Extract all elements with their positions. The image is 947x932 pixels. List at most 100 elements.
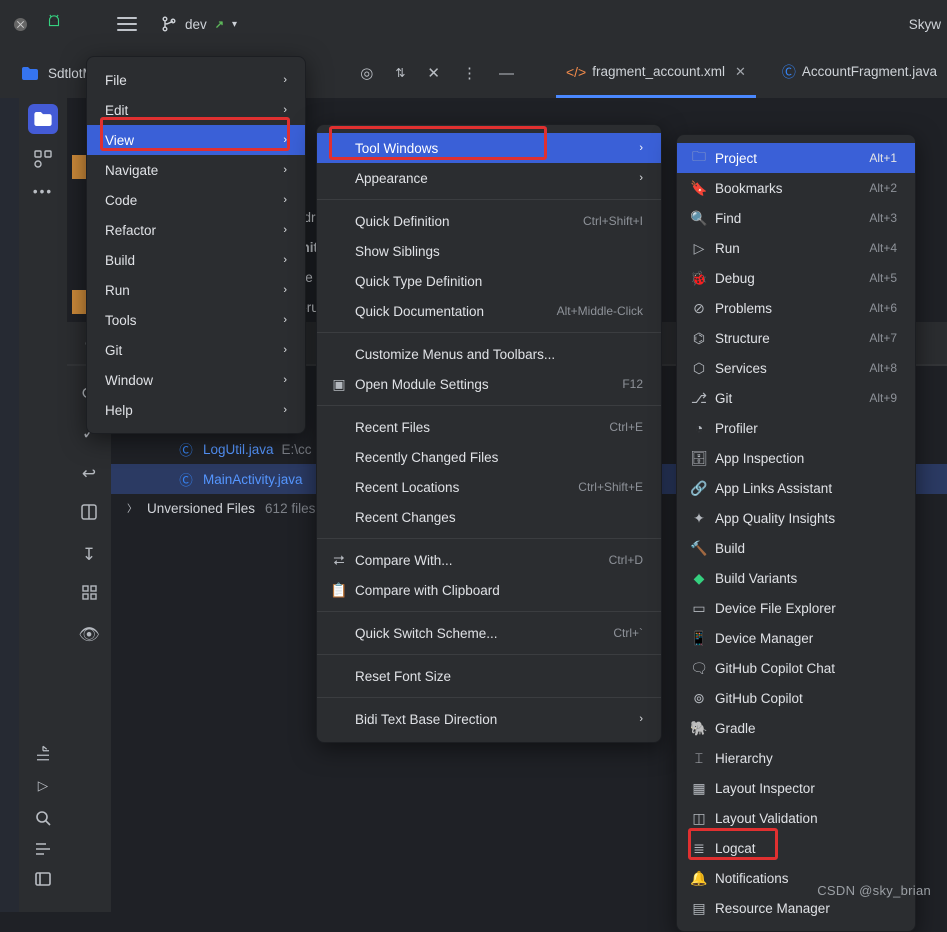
menu-edit[interactable]: Edit›: [87, 95, 305, 125]
view-quick-documentation[interactable]: Quick DocumentationAlt+Middle-Click: [317, 296, 661, 326]
view-menu[interactable]: Tool Windows› Appearance› Quick Definiti…: [316, 124, 662, 743]
menu-shortcut: Alt+1: [869, 151, 897, 165]
view-customize-menus[interactable]: Customize Menus and Toolbars...: [317, 339, 661, 369]
tw-app-quality[interactable]: ✦App Quality Insights: [677, 503, 915, 533]
view-appearance[interactable]: Appearance›: [317, 163, 661, 193]
view-bidi[interactable]: Bidi Text Base Direction›: [317, 704, 661, 734]
view-recent-changes[interactable]: Recent Changes: [317, 502, 661, 532]
tw-device-manager[interactable]: 📱Device Manager: [677, 623, 915, 653]
tw-layout-validation[interactable]: ◫Layout Validation: [677, 803, 915, 833]
tw-debug[interactable]: 🐞DebugAlt+5: [677, 263, 915, 293]
tw-copilot-chat[interactable]: 🗨GitHub Copilot Chat: [677, 653, 915, 683]
menu-window[interactable]: Window›: [87, 365, 305, 395]
tw-layout-inspector[interactable]: ▦Layout Inspector: [677, 773, 915, 803]
layout-validation-icon: ◫: [689, 810, 709, 827]
java-file-icon: Ⓒ: [782, 62, 796, 82]
branch-name: dev: [185, 17, 207, 32]
search-icon[interactable]: [35, 810, 51, 826]
view-compare-with[interactable]: ⮂Compare With...Ctrl+D: [317, 545, 661, 575]
tw-run[interactable]: ▷RunAlt+4: [677, 233, 915, 263]
tw-build[interactable]: 🔨Build: [677, 533, 915, 563]
menu-label: Show Siblings: [355, 244, 440, 259]
view-recently-changed-files[interactable]: Recently Changed Files: [317, 442, 661, 472]
menu-label: Run: [105, 283, 130, 298]
tab-account-fragment-java[interactable]: Ⓒ AccountFragment.java: [772, 48, 947, 98]
close-tab-icon[interactable]: ✕: [735, 64, 746, 80]
list-icon[interactable]: [35, 842, 51, 856]
menu-label: Resource Manager: [715, 901, 830, 916]
tw-app-links[interactable]: 🔗App Links Assistant: [677, 473, 915, 503]
tw-hierarchy[interactable]: ⌶Hierarchy: [677, 743, 915, 773]
run-icon[interactable]: ▷: [38, 778, 48, 794]
module-icon: ▣: [329, 376, 349, 393]
view-recent-locations[interactable]: Recent LocationsCtrl+Shift+E: [317, 472, 661, 502]
tw-project[interactable]: 🗀ProjectAlt+1: [677, 143, 915, 173]
menu-navigate[interactable]: Navigate›: [87, 155, 305, 185]
menu-label: Code: [105, 193, 137, 208]
rollback-icon[interactable]: ↩: [82, 464, 96, 484]
close-all-icon[interactable]: ✕: [427, 64, 440, 82]
tw-gradle[interactable]: 🐘Gradle: [677, 713, 915, 743]
show-icon[interactable]: 👁: [78, 625, 100, 645]
device-icon: ▭: [689, 600, 709, 617]
tw-app-inspection[interactable]: 🗄App Inspection: [677, 443, 915, 473]
layout-icon[interactable]: [35, 872, 51, 886]
minimize-icon[interactable]: —: [499, 65, 512, 82]
vcs-branch-widget[interactable]: dev ↗ ▾: [161, 16, 237, 32]
tw-problems[interactable]: ⊘ProblemsAlt+6: [677, 293, 915, 323]
menu-file[interactable]: File›: [87, 65, 305, 95]
menu-label: Hierarchy: [715, 751, 773, 766]
view-recent-files[interactable]: Recent FilesCtrl+E: [317, 412, 661, 442]
menu-refactor[interactable]: Refactor›: [87, 215, 305, 245]
chevron-right-icon[interactable]: 〉: [127, 500, 137, 515]
tw-build-variants[interactable]: ◆Build Variants: [677, 563, 915, 593]
tw-structure[interactable]: ⌬StructureAlt+7: [677, 323, 915, 353]
close-icon[interactable]: [14, 18, 27, 31]
compare-icon: ⮂: [329, 552, 349, 569]
project-tool-button[interactable]: [28, 104, 58, 134]
more-icon[interactable]: ⋮: [462, 64, 477, 82]
chevron-down-icon[interactable]: ▾: [232, 19, 237, 30]
hamburger-icon[interactable]: [117, 17, 137, 31]
menu-git[interactable]: Git›: [87, 335, 305, 365]
bookmark-icon: 🔖: [689, 180, 709, 197]
shelf-icon[interactable]: ↧: [82, 545, 96, 565]
tab-fragment-account-xml[interactable]: </> fragment_account.xml ✕: [556, 48, 756, 98]
changelist-icon[interactable]: [82, 585, 97, 605]
menu-build[interactable]: Build›: [87, 245, 305, 275]
view-tool-windows[interactable]: Tool Windows›: [317, 133, 661, 163]
tw-logcat[interactable]: ≣Logcat: [677, 833, 915, 863]
palette-icon[interactable]: [34, 744, 52, 762]
view-compare-clipboard[interactable]: 📋Compare with Clipboard: [317, 575, 661, 605]
tw-copilot[interactable]: ⊚GitHub Copilot: [677, 683, 915, 713]
unversioned-count: 612 files: [265, 501, 315, 516]
main-menu[interactable]: File› Edit› View› Navigate› Code› Refact…: [86, 56, 306, 434]
view-quick-type-definition[interactable]: Quick Type Definition: [317, 266, 661, 296]
view-reset-font-size[interactable]: Reset Font Size: [317, 661, 661, 691]
tw-find[interactable]: 🔍FindAlt+3: [677, 203, 915, 233]
menu-run[interactable]: Run›: [87, 275, 305, 305]
diff-icon[interactable]: [81, 504, 97, 525]
view-quick-definition[interactable]: Quick DefinitionCtrl+Shift+I: [317, 206, 661, 236]
tw-device-file-explorer[interactable]: ▭Device File Explorer: [677, 593, 915, 623]
resource-manager-icon[interactable]: [34, 150, 52, 168]
menu-code[interactable]: Code›: [87, 185, 305, 215]
tw-git[interactable]: ⎇GitAlt+9: [677, 383, 915, 413]
view-show-siblings[interactable]: Show Siblings: [317, 236, 661, 266]
menu-label: Bookmarks: [715, 181, 783, 196]
view-quick-switch-scheme[interactable]: Quick Switch Scheme...Ctrl+`: [317, 618, 661, 648]
expand-icon[interactable]: ⇅: [395, 66, 405, 80]
menu-view[interactable]: View›: [87, 125, 305, 155]
tw-bookmarks[interactable]: 🔖BookmarksAlt+2: [677, 173, 915, 203]
target-icon[interactable]: ◎: [360, 64, 373, 82]
tool-windows-menu[interactable]: 🗀ProjectAlt+1 🔖BookmarksAlt+2 🔍FindAlt+3…: [676, 134, 916, 932]
menu-help[interactable]: Help›: [87, 395, 305, 425]
view-open-module-settings[interactable]: ▣Open Module SettingsF12: [317, 369, 661, 399]
menu-label: Window: [105, 373, 153, 388]
more-tool-icon[interactable]: •••: [33, 184, 53, 199]
tw-profiler[interactable]: ◔Profiler: [677, 413, 915, 443]
search-icon: 🔍: [689, 210, 709, 227]
menu-label: File: [105, 73, 127, 88]
menu-tools[interactable]: Tools›: [87, 305, 305, 335]
tw-services[interactable]: ⬡ServicesAlt+8: [677, 353, 915, 383]
